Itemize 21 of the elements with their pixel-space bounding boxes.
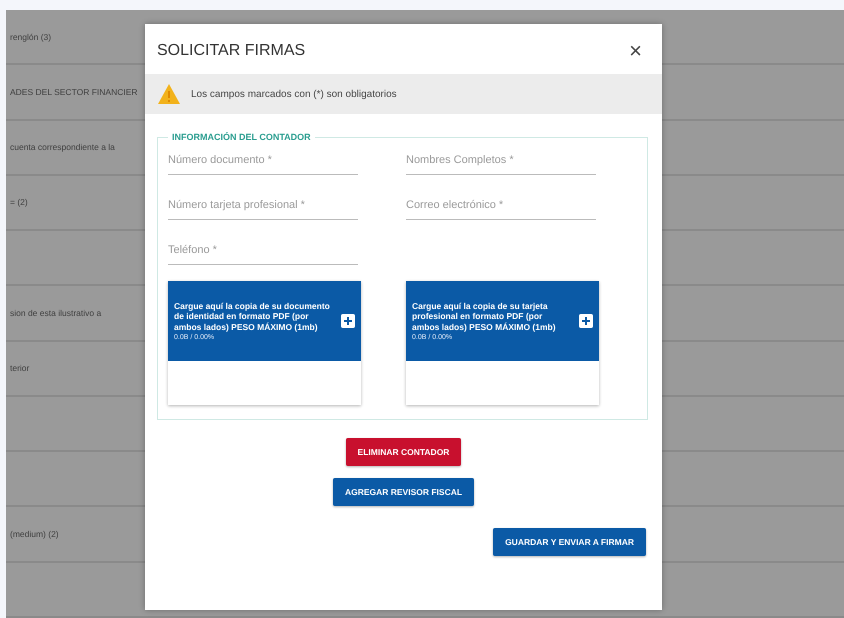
- row-text: (medium) (2): [10, 529, 59, 540]
- row-text: terior: [10, 363, 30, 374]
- action-button[interactable]: AGREGAR REVISOR FISCAL: [332, 478, 474, 506]
- action-button[interactable]: GUARDAR Y ENVIAR A FIRMAR: [493, 528, 646, 556]
- close-button[interactable]: ×: [625, 40, 646, 62]
- add-button[interactable]: [579, 314, 593, 328]
- row-text: renglón (3): [10, 32, 52, 42]
- plus-icon: [582, 317, 590, 325]
- action-button[interactable]: ELIMINAR CONTADOR: [346, 438, 462, 466]
- warning-text: Los campos marcados con (*) son obligatorios: [191, 88, 397, 100]
- dialog-title: SOLICITAR FIRMAS: [157, 42, 306, 60]
- row-text: = (2): [10, 197, 28, 208]
- upload-instructions: Cargue aquí la copia de su documento de identidad en formato PDF (por ambos lados) PESO MÁXIMO (1mb): [174, 301, 331, 332]
- section-legend: INFORMACIÓN DEL CONTADOR: [168, 132, 315, 142]
- add-button[interactable]: [341, 314, 355, 328]
- row-text: ADES DEL SECTOR FINANCIER: [10, 86, 138, 97]
- upload-instructions: Cargue aquí la copia de su tarjeta profesional en formato PDF (por ambos lados) PESO MÁXIMO (1mb): [412, 301, 557, 332]
- warning-icon: [157, 83, 181, 105]
- plus-icon: [344, 317, 352, 325]
- row-text: sion de esta ilustrativo a: [10, 308, 102, 318]
- row-text: cuenta correspondiente a la: [10, 142, 115, 152]
